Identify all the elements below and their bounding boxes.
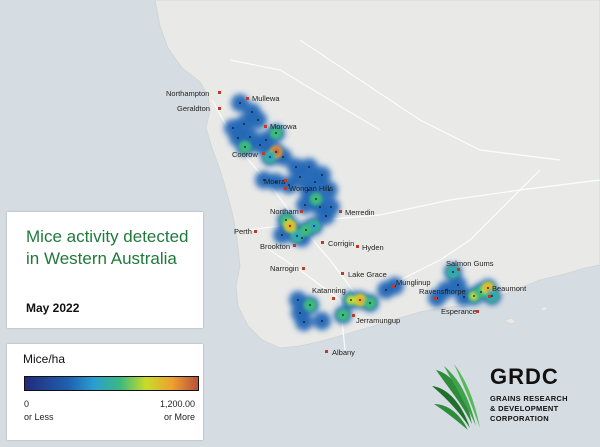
detection-point-32: [305, 229, 307, 231]
detection-point-16: [321, 174, 323, 176]
detection-point-39: [303, 321, 305, 323]
town-northam: Northam: [270, 207, 303, 216]
legend-max-note: or More: [163, 412, 195, 422]
svg-text:Munglinup: Munglinup: [396, 278, 431, 287]
legend-color-ramp: [24, 376, 199, 391]
detection-point-18: [314, 181, 316, 183]
detection-point-12: [269, 156, 271, 158]
detection-point-0: [239, 102, 241, 104]
svg-text:Jerramungup: Jerramungup: [356, 316, 400, 325]
legend-min-note: or Less: [24, 412, 54, 422]
grdc-logo: GRDC GRAINS RESEARCH & DEVELOPMENT CORPO…: [432, 364, 592, 436]
detection-point-27: [330, 206, 332, 208]
svg-text:Corrigin: Corrigin: [328, 239, 354, 248]
detection-point-14: [295, 166, 297, 168]
detection-point-49: [452, 271, 454, 273]
detection-point-3: [257, 119, 259, 121]
detection-point-51: [463, 296, 465, 298]
detection-point-11: [275, 151, 277, 153]
legend: Mice/ha 0 or Less 1,200.00 or More: [7, 344, 203, 440]
svg-text:Perth: Perth: [234, 227, 252, 236]
logo-line-3: CORPORATION: [490, 414, 549, 423]
svg-text:Moora: Moora: [264, 177, 286, 186]
svg-text:Northam: Northam: [270, 207, 299, 216]
detection-point-38: [299, 312, 301, 314]
map-subtitle: May 2022: [26, 301, 80, 315]
detection-point-42: [350, 299, 352, 301]
town-moora: Moora: [264, 177, 287, 186]
legend-max-value: 1,200.00: [159, 399, 195, 409]
detection-point-33: [313, 225, 315, 227]
detection-point-40: [321, 320, 323, 322]
detection-point-26: [319, 206, 321, 208]
svg-text:Ravensthorpe: Ravensthorpe: [419, 287, 466, 296]
detection-point-10: [259, 144, 261, 146]
logo-line-2: & DEVELOPMENT: [490, 404, 559, 413]
detection-point-8: [244, 146, 246, 148]
detection-point-53: [480, 291, 482, 293]
detection-point-44: [369, 302, 371, 304]
town-wongan-hills: Wongan Hills: [284, 184, 333, 193]
detection-point-52: [473, 295, 475, 297]
svg-text:Morowa: Morowa: [270, 122, 298, 131]
detection-point-43: [359, 299, 361, 301]
svg-text:Salmon Gums: Salmon Gums: [446, 259, 494, 268]
town-jerramungup: Jerramungup: [352, 314, 400, 325]
svg-text:Katanning: Katanning: [312, 286, 346, 295]
detection-point-1: [251, 111, 253, 113]
town-lake-grace: Lake Grace: [341, 270, 387, 279]
detection-point-34: [281, 234, 283, 236]
detection-point-37: [309, 304, 311, 306]
detection-point-13: [282, 156, 284, 158]
logo-line-1: GRAINS RESEARCH: [490, 394, 568, 403]
town-merredin: Merredin: [339, 208, 375, 217]
map-title: Mice activity detected in Western Austra…: [26, 227, 189, 268]
map-title-card: Mice activity detected in Western Austra…: [7, 212, 203, 328]
detection-point-36: [297, 299, 299, 301]
detection-point-55: [491, 295, 493, 297]
detection-point-7: [249, 136, 251, 138]
svg-text:Albany: Albany: [332, 348, 355, 357]
svg-text:Wongan Hills: Wongan Hills: [289, 184, 333, 193]
town-morowa: Morowa: [264, 122, 298, 131]
legend-min-value: 0: [24, 399, 30, 409]
svg-text:Esperance: Esperance: [441, 307, 477, 316]
svg-text:Mullewa: Mullewa: [252, 94, 280, 103]
town-esperance: Esperance: [441, 307, 479, 316]
detection-point-25: [304, 204, 306, 206]
svg-text:Hyden: Hyden: [362, 243, 384, 252]
svg-text:Brookton: Brookton: [260, 242, 290, 251]
svg-text:Narrogin: Narrogin: [270, 264, 299, 273]
svg-text:Lake Grace: Lake Grace: [348, 270, 387, 279]
detection-point-41: [342, 314, 344, 316]
detection-point-6: [237, 137, 239, 139]
wheat-leaves-icon: [432, 364, 480, 430]
svg-text:Merredin: Merredin: [345, 208, 375, 217]
svg-text:Beaumont: Beaumont: [492, 284, 527, 293]
svg-text:Geraldton: Geraldton: [177, 104, 210, 113]
detection-point-5: [265, 139, 267, 141]
town-mullewa: Mullewa: [246, 94, 280, 103]
detection-point-30: [289, 225, 291, 227]
svg-text:Coorow: Coorow: [232, 150, 258, 159]
detection-point-4: [232, 127, 234, 129]
detection-point-17: [299, 176, 301, 178]
logo-wordmark: GRDC: [490, 364, 559, 389]
map-view: Northampton Geraldton Mullewa Morowa Coo…: [0, 0, 600, 447]
detection-point-9: [275, 132, 277, 134]
svg-text:Northampton: Northampton: [166, 89, 209, 98]
legend-title: Mice/ha: [23, 352, 66, 366]
detection-point-29: [285, 219, 287, 221]
detection-point-45: [385, 289, 387, 291]
detection-point-2: [243, 123, 245, 125]
detection-point-31: [296, 235, 298, 237]
detection-point-15: [308, 166, 310, 168]
detection-point-50: [457, 284, 459, 286]
detection-point-24: [315, 198, 317, 200]
detection-point-28: [325, 215, 327, 217]
detection-point-54: [487, 287, 489, 289]
detection-point-35: [301, 237, 303, 239]
